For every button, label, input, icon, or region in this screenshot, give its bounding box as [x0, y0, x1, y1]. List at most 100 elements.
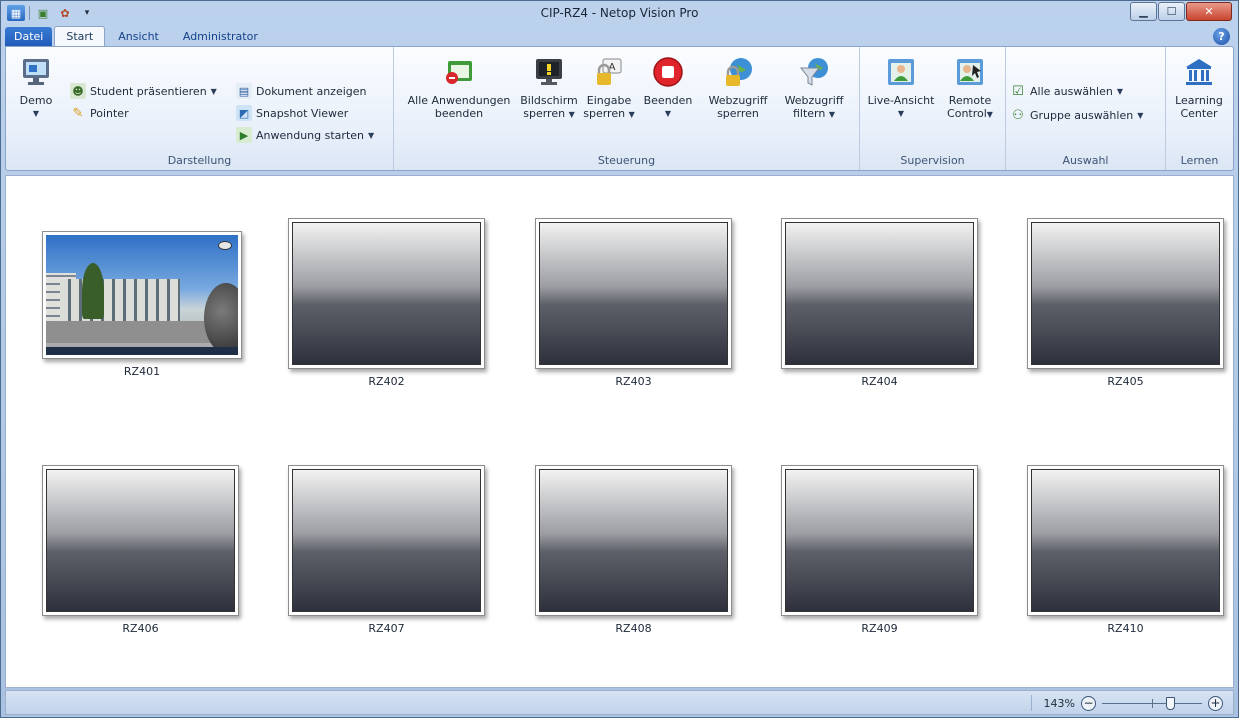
- window-title: CIP-RZ4 - Netop Vision Pro: [540, 6, 699, 20]
- thumbnail-frame: [781, 465, 978, 616]
- app-start-button[interactable]: ▶ Anwendung starten ▼: [236, 127, 374, 143]
- end-button[interactable]: Beenden ▼: [638, 55, 698, 120]
- live-view-button[interactable]: Live-Ansicht ▼: [864, 55, 938, 120]
- zoom-slider-thumb[interactable]: [1165, 696, 1175, 710]
- computer-label: RZ410: [1107, 622, 1144, 635]
- chevron-down-icon: ▼: [986, 110, 993, 119]
- chevron-down-icon: ▼: [368, 130, 375, 140]
- tab-ansicht[interactable]: Ansicht: [107, 27, 170, 47]
- minimize-icon[interactable]: ▁: [1130, 2, 1157, 21]
- computer-label: RZ409: [861, 622, 898, 635]
- group-label-darstellung: Darstellung: [167, 154, 232, 167]
- title-bar: ▦ ▣ ✿ ▾ CIP-RZ4 - Netop Vision Pro ▁ ☐ ✕: [1, 1, 1238, 25]
- web-filter-label-1: Webzugriff: [784, 94, 844, 107]
- computer-thumbnail[interactable]: RZ401: [42, 231, 242, 378]
- chevron-down-icon: ▼: [1116, 86, 1124, 96]
- blank-screen: [292, 222, 481, 365]
- computer-label: RZ402: [368, 375, 405, 388]
- tab-start[interactable]: Start: [54, 26, 106, 47]
- close-icon[interactable]: ✕: [1186, 2, 1232, 21]
- screen-tree: [82, 263, 104, 319]
- web-filter-label-2-wrap: filtern ▼: [793, 107, 835, 121]
- tab-administrator[interactable]: Administrator: [172, 27, 269, 47]
- learning-center-button[interactable]: Learning Center: [1170, 55, 1228, 120]
- pointer-icon: ✎: [72, 105, 84, 121]
- computer-label: RZ401: [123, 365, 161, 378]
- maximize-icon[interactable]: ☐: [1158, 2, 1185, 21]
- group-lernen: Learning Center Lernen: [1166, 47, 1233, 170]
- web-lock-label-2: sperren: [717, 107, 759, 120]
- select-all-button[interactable]: ☑ Alle auswählen ▼: [1010, 83, 1123, 99]
- lock-input-label-2-wrap: sperren ▼: [583, 107, 635, 121]
- student-icon: ☻: [70, 83, 86, 99]
- pointer-button[interactable]: ✎ Pointer: [70, 105, 129, 121]
- lock-screen-icon: [532, 55, 566, 89]
- group-auswahl: ☑ Alle auswählen ▼ ⚇ Gruppe auswählen ▼ …: [1006, 47, 1166, 170]
- web-lock-button[interactable]: Webzugriff sperren: [706, 55, 770, 120]
- computer-thumbnail[interactable]: RZ410: [1027, 465, 1224, 635]
- live-screen-image: [46, 235, 238, 355]
- tab-datei[interactable]: Datei: [5, 27, 53, 47]
- learning-center-icon: [1182, 55, 1216, 89]
- computer-thumbnail[interactable]: RZ409: [781, 465, 978, 635]
- document-show-button[interactable]: ▤ Dokument anzeigen: [236, 83, 367, 99]
- end-label: Beenden: [643, 94, 693, 107]
- remote-control-label-2: Control: [947, 107, 987, 120]
- thumbnail-frame: [42, 465, 239, 616]
- zoom-control: 143% − +: [1030, 695, 1223, 711]
- remote-control-label-1: Remote: [948, 94, 992, 107]
- lock-screen-label-1: Bildschirm: [520, 94, 578, 107]
- thumbnail-frame: [42, 231, 242, 359]
- web-filter-icon: [797, 55, 831, 89]
- ribbon-tabs: Datei Start Ansicht Administrator: [5, 25, 271, 47]
- computer-thumbnail[interactable]: RZ406: [42, 465, 239, 635]
- select-group-label: Gruppe auswählen: [1030, 108, 1134, 122]
- student-present-label: Student präsentieren: [90, 84, 207, 98]
- blank-screen: [785, 469, 974, 612]
- snapshot-viewer-button[interactable]: ◩ Snapshot Viewer: [236, 105, 348, 121]
- computer-thumbnail[interactable]: RZ402: [288, 218, 485, 388]
- zoom-out-icon[interactable]: −: [1081, 695, 1096, 711]
- blank-screen: [292, 469, 481, 612]
- computer-thumbnail[interactable]: RZ405: [1027, 218, 1224, 388]
- computer-label: RZ405: [1107, 375, 1144, 388]
- web-filter-button[interactable]: Webzugriff filtern ▼: [782, 55, 846, 121]
- blank-screen: [539, 469, 728, 612]
- select-all-icon: ☑: [1012, 83, 1024, 99]
- demo-label: Demo: [19, 94, 53, 107]
- lock-input-label-1: Eingabe: [586, 94, 632, 107]
- computer-grid: RZ401 RZ402 RZ403 RZ404 RZ405 RZ406 RZ40…: [5, 175, 1234, 688]
- lock-screen-label-2: sperren: [523, 107, 566, 120]
- learning-center-label-1: Learning: [1175, 94, 1223, 107]
- live-view-icon: [884, 55, 918, 89]
- lock-input-button[interactable]: A Eingabe sperren ▼: [580, 55, 638, 121]
- computer-thumbnail[interactable]: RZ408: [535, 465, 732, 635]
- student-present-button[interactable]: ☻ Student präsentieren ▼: [70, 83, 217, 99]
- chevron-down-icon: ▼: [828, 110, 836, 119]
- end-all-apps-button[interactable]: Alle Anwendungen beenden: [400, 55, 518, 120]
- select-group-icon: ⚇: [1012, 107, 1024, 123]
- web-filter-label-2: filtern: [792, 107, 826, 120]
- group-steuerung: Alle Anwendungen beenden Bildschirm sper…: [394, 47, 860, 170]
- end-all-apps-label-1: Alle Anwendungen: [407, 94, 511, 107]
- group-supervision: Live-Ansicht ▼ Remote Control▼ Supervisi…: [860, 47, 1006, 170]
- remote-control-button[interactable]: Remote Control▼: [940, 55, 1000, 121]
- app-start-label: Anwendung starten: [256, 128, 364, 142]
- window-controls: ▁ ☐ ✕: [1130, 2, 1232, 21]
- end-apps-icon: [442, 55, 476, 89]
- zoom-in-icon[interactable]: +: [1208, 695, 1223, 711]
- computer-thumbnail[interactable]: RZ407: [288, 465, 485, 635]
- stop-icon: [651, 55, 685, 89]
- computer-thumbnail[interactable]: RZ404: [781, 218, 978, 388]
- learning-center-label-2: Center: [1180, 107, 1218, 120]
- help-icon[interactable]: ?: [1213, 28, 1230, 45]
- lock-screen-button[interactable]: Bildschirm sperren ▼: [518, 55, 580, 121]
- ribbon: Demo ▼ ☻ Student präsentieren ▼ ✎ Pointe…: [5, 46, 1234, 171]
- computer-label: RZ404: [861, 375, 898, 388]
- zoom-slider[interactable]: [1102, 696, 1202, 711]
- select-group-button[interactable]: ⚇ Gruppe auswählen ▼: [1010, 107, 1143, 123]
- zoom-level[interactable]: 143%: [1044, 697, 1075, 710]
- computer-thumbnail[interactable]: RZ403: [535, 218, 732, 388]
- demo-button[interactable]: Demo ▼: [14, 55, 58, 120]
- blank-screen: [46, 469, 235, 612]
